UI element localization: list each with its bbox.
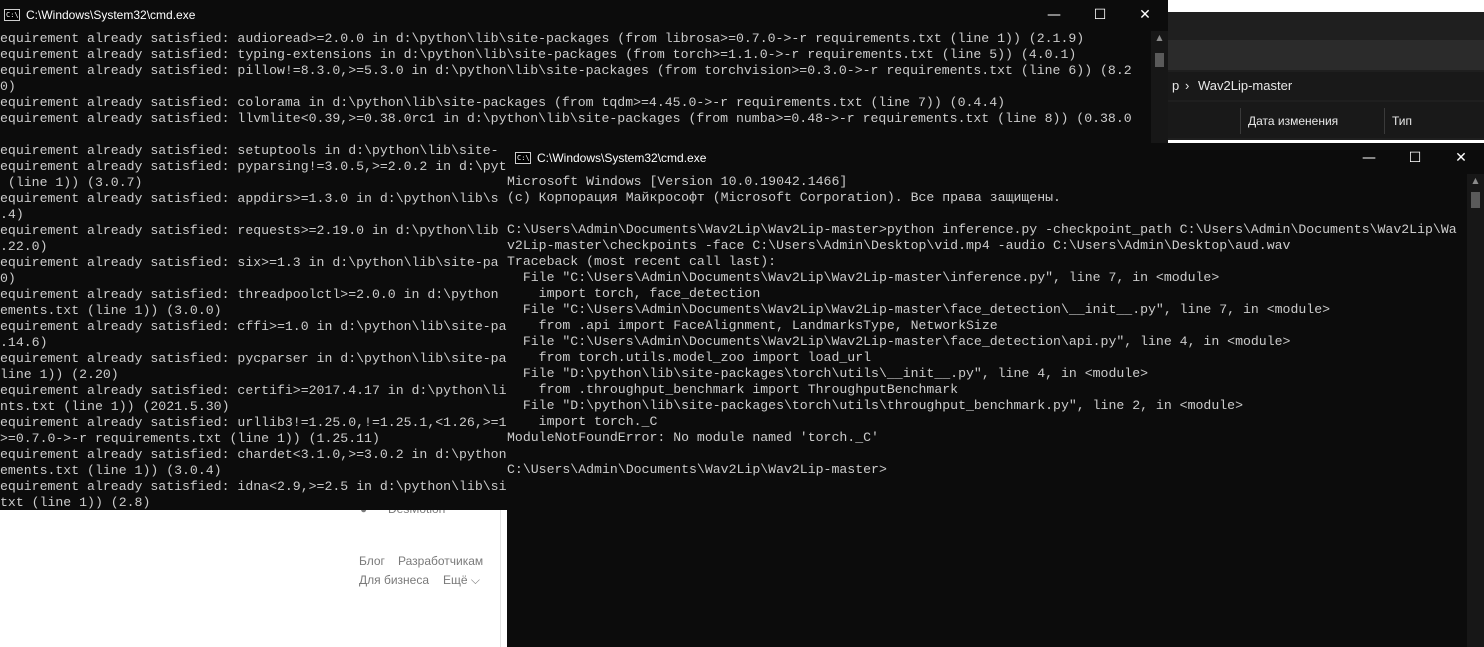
terminal-line: import torch, face_detection <box>507 286 761 301</box>
column-header-type[interactable]: Тип <box>1392 114 1412 128</box>
minimize-icon[interactable]: — <box>1346 143 1392 173</box>
cmd-icon: C:\ <box>4 9 20 21</box>
cmd-window-foreground[interactable]: C:\ C:\Windows\System32\cmd.exe — ☐ ✕ Mi… <box>507 143 1484 647</box>
explorer-column-headers: Дата изменения Тип <box>1168 102 1484 138</box>
terminal-line: 0) <box>0 79 16 94</box>
column-separator <box>1384 108 1385 134</box>
close-icon[interactable]: ✕ <box>1122 0 1168 30</box>
vertical-scrollbar[interactable]: ▲ <box>1467 174 1484 647</box>
terminal-line: File "C:\Users\Admin\Documents\Wav2Lip\W… <box>507 334 1291 349</box>
terminal-line: equirement already satisfied: pillow!=8.… <box>0 63 1132 78</box>
terminal-line: from .api import FaceAlignment, Landmark… <box>507 318 998 333</box>
terminal-line: from .throughput_benchmark import Throug… <box>507 382 959 397</box>
window-title: C:\Windows\System32\cmd.exe <box>537 151 707 165</box>
breadcrumb-prefix: p <box>1172 78 1180 93</box>
scroll-up-icon[interactable]: ▲ <box>1467 174 1484 188</box>
terminal-line: File "D:\python\lib\site-packages\torch\… <box>507 366 1149 381</box>
file-explorer-window: p › Wav2Lip-master Дата изменения Тип <box>1168 0 1484 140</box>
terminal-line: Microsoft Windows [Version 10.0.19042.14… <box>507 174 848 189</box>
terminal-line: ModuleNotFoundError: No module named 'to… <box>507 430 879 445</box>
terminal-line: equirement already satisfied: audioread>… <box>0 31 1085 46</box>
terminal-line: equirement already satisfied: typing-ext… <box>0 47 1077 62</box>
maximize-icon[interactable]: ☐ <box>1077 0 1123 30</box>
terminal-output[interactable]: Microsoft Windows [Version 10.0.19042.14… <box>507 174 1457 478</box>
terminal-line: v2Lip-master\checkpoints -face C:\Users\… <box>507 238 1291 253</box>
cmd-titlebar[interactable]: C:\ C:\Windows\System32\cmd.exe — ☐ ✕ <box>507 143 1484 173</box>
window-title: C:\Windows\System32\cmd.exe <box>26 8 196 22</box>
breadcrumb-chevron-icon: › <box>1185 78 1190 93</box>
explorer-top-strip <box>1168 0 1484 12</box>
explorer-toolbar <box>1168 40 1484 70</box>
cmd-titlebar[interactable]: C:\ C:\Windows\System32\cmd.exe — ☐ ✕ <box>0 0 1168 30</box>
terminal-line: File "C:\Users\Admin\Documents\Wav2Lip\W… <box>507 302 1331 317</box>
browser-page-background: ● DesMotion Блог Разработчикам Для бизне… <box>0 502 508 647</box>
terminal-line: import torch._C <box>507 414 658 429</box>
scroll-up-icon[interactable]: ▲ <box>1151 31 1168 45</box>
terminal-line: Traceback (most recent call last): <box>507 254 777 269</box>
scrollbar-thumb[interactable] <box>1471 192 1480 208</box>
footer-link-blog[interactable]: Блог <box>359 554 385 568</box>
minimize-icon[interactable]: — <box>1031 0 1077 30</box>
maximize-icon[interactable]: ☐ <box>1392 143 1438 173</box>
close-icon[interactable]: ✕ <box>1438 143 1484 173</box>
terminal-line: equirement already satisfied: llvmlite<0… <box>0 111 1132 126</box>
column-separator <box>1240 108 1241 134</box>
terminal-line: (c) Корпорация Майкрософт (Microsoft Cor… <box>507 190 1061 205</box>
breadcrumb-folder[interactable]: Wav2Lip-master <box>1198 78 1292 93</box>
footer-link-developers[interactable]: Разработчикам <box>398 554 483 568</box>
terminal-line: equirement already satisfied: colorama i… <box>0 95 1006 110</box>
terminal-line: from torch.utils.model_zoo import load_u… <box>507 350 872 365</box>
cmd-icon: C:\ <box>515 152 531 164</box>
explorer-address-bar[interactable]: p › Wav2Lip-master <box>1168 72 1484 100</box>
column-header-date-modified[interactable]: Дата изменения <box>1248 114 1338 128</box>
terminal-line: C:\Users\Admin\Documents\Wav2Lip\Wav2Lip… <box>507 462 887 477</box>
terminal-line: C:\Users\Admin\Documents\Wav2Lip\Wav2Lip… <box>507 222 1457 237</box>
page-divider <box>500 510 501 647</box>
scrollbar-thumb[interactable] <box>1155 53 1164 67</box>
terminal-line: File "C:\Users\Admin\Documents\Wav2Lip\W… <box>507 270 1220 285</box>
footer-link-business[interactable]: Для бизнеса <box>359 573 429 587</box>
footer-link-more[interactable]: Ещё ⌵ <box>443 573 480 588</box>
terminal-line: File "D:\python\lib\site-packages\torch\… <box>507 398 1243 413</box>
